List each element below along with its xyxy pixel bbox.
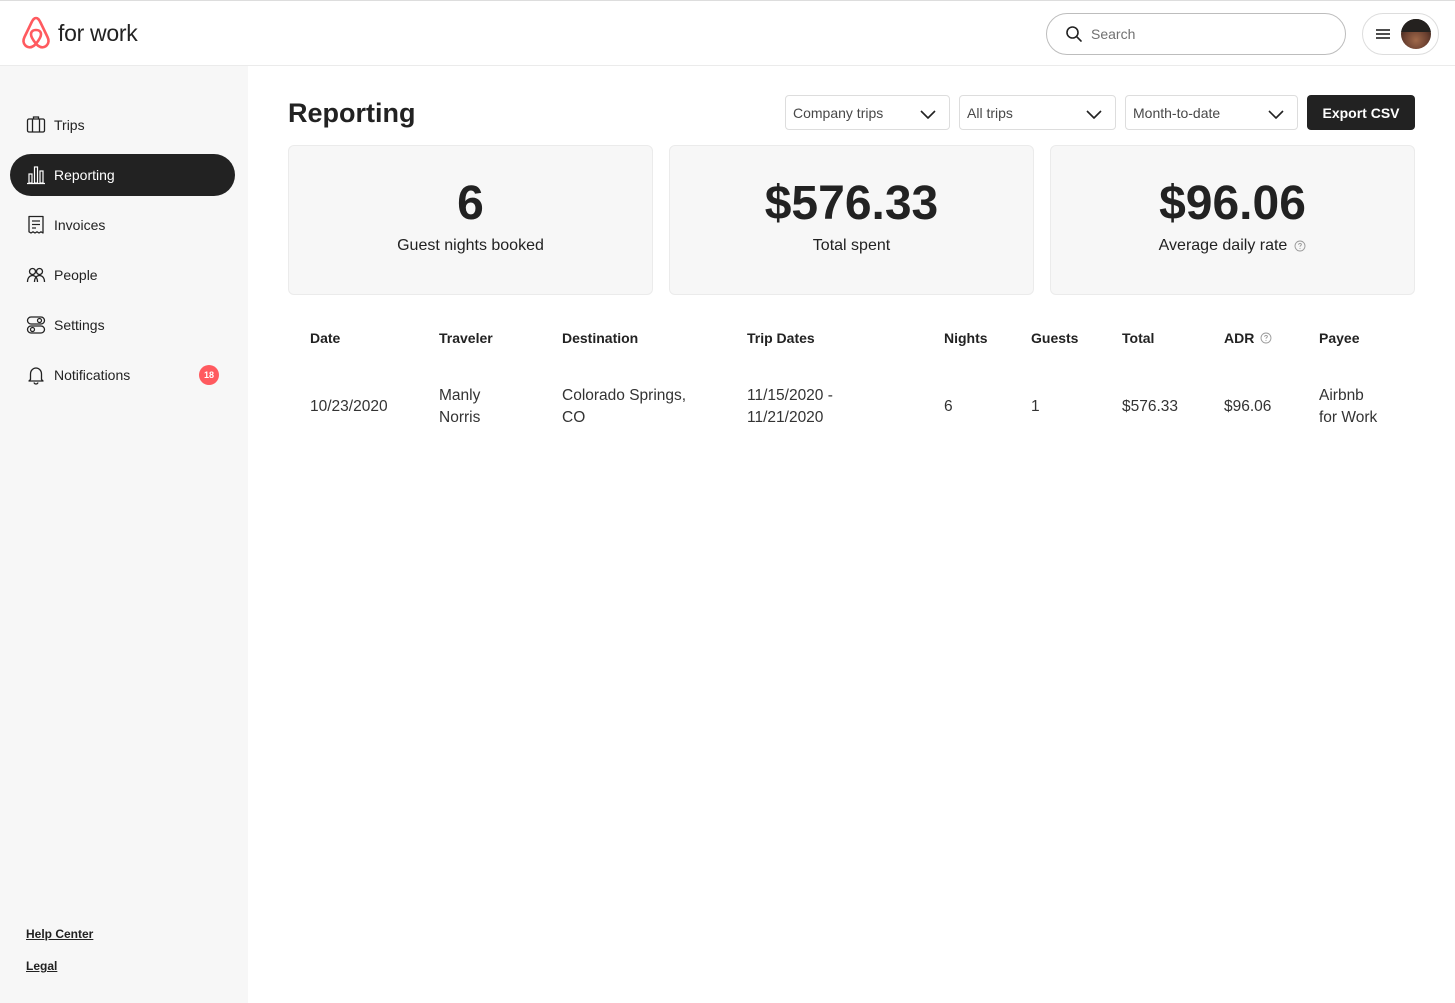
cell-payee: Airbnb for Work <box>1319 387 1378 426</box>
cell-date: 10/23/2020 <box>310 398 388 415</box>
column-header-guests[interactable]: Guests <box>1031 330 1078 346</box>
column-header-nights[interactable]: Nights <box>944 330 988 346</box>
search-icon <box>1066 26 1082 42</box>
legal-link[interactable]: Legal <box>26 959 57 973</box>
user-menu-button[interactable] <box>1362 13 1439 55</box>
sidebar-item-label: People <box>54 267 98 283</box>
sidebar-item-settings[interactable]: Settings <box>10 304 235 346</box>
trip-type-select[interactable]: Company trips <box>785 95 950 130</box>
cell-destination: Colorado Springs, CO <box>562 387 687 426</box>
cell-nights: 6 <box>944 398 953 415</box>
airbnb-logo-icon <box>22 16 50 49</box>
trip-type-value: Company trips <box>793 104 884 121</box>
stat-card-average-daily-rate: $96.06 Average daily rate <box>1050 145 1415 295</box>
sidebar: Trips Reporting Invoices People Settings… <box>0 66 248 1003</box>
trip-scope-select[interactable]: All trips <box>959 95 1116 130</box>
logo[interactable]: for work <box>20 15 138 51</box>
stat-label: Total spent <box>812 237 891 254</box>
column-header-total[interactable]: Total <box>1122 330 1154 346</box>
bell-icon <box>25 364 47 386</box>
help-icon[interactable] <box>1260 332 1272 344</box>
stat-value: $96.06 <box>1159 177 1306 230</box>
top-bar: for work <box>0 0 1455 66</box>
stat-card-guest-nights: 6 Guest nights booked <box>288 145 653 295</box>
trip-scope-value: All trips <box>967 104 1013 121</box>
column-header-date[interactable]: Date <box>310 330 340 346</box>
column-header-traveler[interactable]: Traveler <box>439 330 493 346</box>
cell-guests: 1 <box>1031 398 1040 415</box>
stat-label: Average daily rate <box>1051 237 1414 255</box>
column-header-destination[interactable]: Destination <box>562 330 638 346</box>
suitcase-icon <box>25 114 47 136</box>
search-input[interactable] <box>1091 26 1311 42</box>
chevron-down-icon <box>1086 110 1102 119</box>
chevron-down-icon <box>1268 110 1284 119</box>
sidebar-item-label: Invoices <box>54 217 106 233</box>
stat-card-total-spent: $576.33 Total spent <box>669 145 1034 295</box>
sidebar-item-label: Settings <box>54 317 105 333</box>
sidebar-item-reporting[interactable]: Reporting <box>10 154 235 196</box>
toggles-icon <box>25 314 47 336</box>
people-icon <box>25 264 47 286</box>
sidebar-item-label: Reporting <box>54 167 115 183</box>
bar-chart-icon <box>25 164 47 186</box>
sidebar-item-trips[interactable]: Trips <box>10 104 235 146</box>
notification-count-badge: 18 <box>199 365 219 385</box>
cell-total: $576.33 <box>1122 398 1179 415</box>
avatar <box>1401 19 1431 49</box>
column-header-trip-dates[interactable]: Trip Dates <box>747 330 815 346</box>
search-bar[interactable] <box>1046 13 1346 55</box>
stat-label: Guest nights booked <box>397 237 544 254</box>
cell-traveler: Manly Norris <box>439 387 481 426</box>
period-value: Month-to-date <box>1133 104 1221 121</box>
menu-icon <box>1375 26 1391 42</box>
chevron-down-icon <box>920 110 936 119</box>
stat-value: 6 <box>457 177 484 230</box>
sidebar-item-people[interactable]: People <box>10 254 235 296</box>
column-header-adr[interactable]: ADR <box>1224 330 1272 346</box>
sidebar-item-label: Notifications <box>54 367 131 383</box>
page-title: Reporting <box>288 98 416 128</box>
sidebar-item-notifications[interactable]: Notifications 18 <box>10 354 235 396</box>
sidebar-item-label: Trips <box>54 117 85 133</box>
sidebar-item-invoices[interactable]: Invoices <box>10 204 235 246</box>
help-center-link[interactable]: Help Center <box>26 927 93 941</box>
cell-adr: $96.06 <box>1224 398 1272 415</box>
export-csv-button[interactable]: Export CSV <box>1307 95 1415 130</box>
logo-text: for work <box>58 19 138 46</box>
help-icon[interactable] <box>1294 240 1306 252</box>
period-select[interactable]: Month-to-date <box>1125 95 1298 130</box>
receipt-icon <box>25 214 47 236</box>
stat-value: $576.33 <box>764 177 939 230</box>
column-header-payee[interactable]: Payee <box>1319 330 1359 346</box>
cell-trip-dates: 11/15/2020 - 11/21/2020 <box>747 387 833 426</box>
